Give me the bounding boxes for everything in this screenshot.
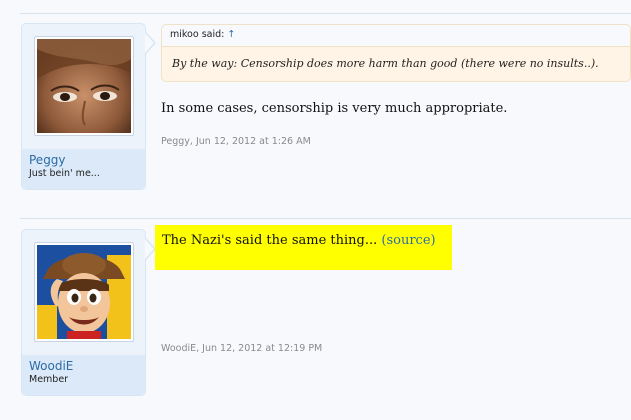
post-divider bbox=[20, 218, 631, 219]
avatar-woodie[interactable] bbox=[34, 242, 134, 342]
user-card-peggy: Peggy Just bein' me... bbox=[21, 23, 146, 190]
quote-block: mikoo said: ↑ By the way: Censorship doe… bbox=[161, 24, 631, 82]
user-info: Peggy Just bein' me... bbox=[22, 149, 145, 189]
post-meta[interactable]: Peggy, Jun 12, 2012 at 1:26 AM bbox=[161, 136, 311, 147]
post-message: The Nazi's said the same thing... bbox=[162, 233, 382, 248]
avatar-peggy[interactable] bbox=[34, 36, 134, 136]
username-link[interactable]: WoodiE bbox=[29, 359, 138, 373]
user-title: Just bein' me... bbox=[29, 168, 100, 179]
highlighted-message: The Nazi's said the same thing... (sourc… bbox=[155, 225, 452, 270]
post-meta[interactable]: WoodiE, Jun 12, 2012 at 12:19 PM bbox=[161, 343, 322, 354]
quote-text: By the way: Censorship does more harm th… bbox=[161, 46, 631, 82]
source-link[interactable]: (source) bbox=[381, 233, 435, 248]
post-divider-top bbox=[20, 13, 631, 14]
message-arrow-inner bbox=[145, 33, 154, 53]
message-arrow-inner bbox=[145, 239, 154, 259]
avatar-image bbox=[37, 39, 131, 133]
user-info: WoodiE Member bbox=[22, 355, 145, 395]
post-message: In some cases, censorship is very much a… bbox=[161, 101, 508, 116]
quote-author: mikoo said: bbox=[170, 29, 228, 40]
user-title: Member bbox=[29, 374, 69, 385]
avatar-image bbox=[37, 245, 131, 339]
quote-up-arrow-icon[interactable]: ↑ bbox=[227, 29, 235, 40]
user-card-woodie: WoodiE Member bbox=[21, 229, 146, 396]
username-link[interactable]: Peggy bbox=[29, 153, 138, 167]
quote-attribution: mikoo said: ↑ bbox=[161, 24, 631, 46]
